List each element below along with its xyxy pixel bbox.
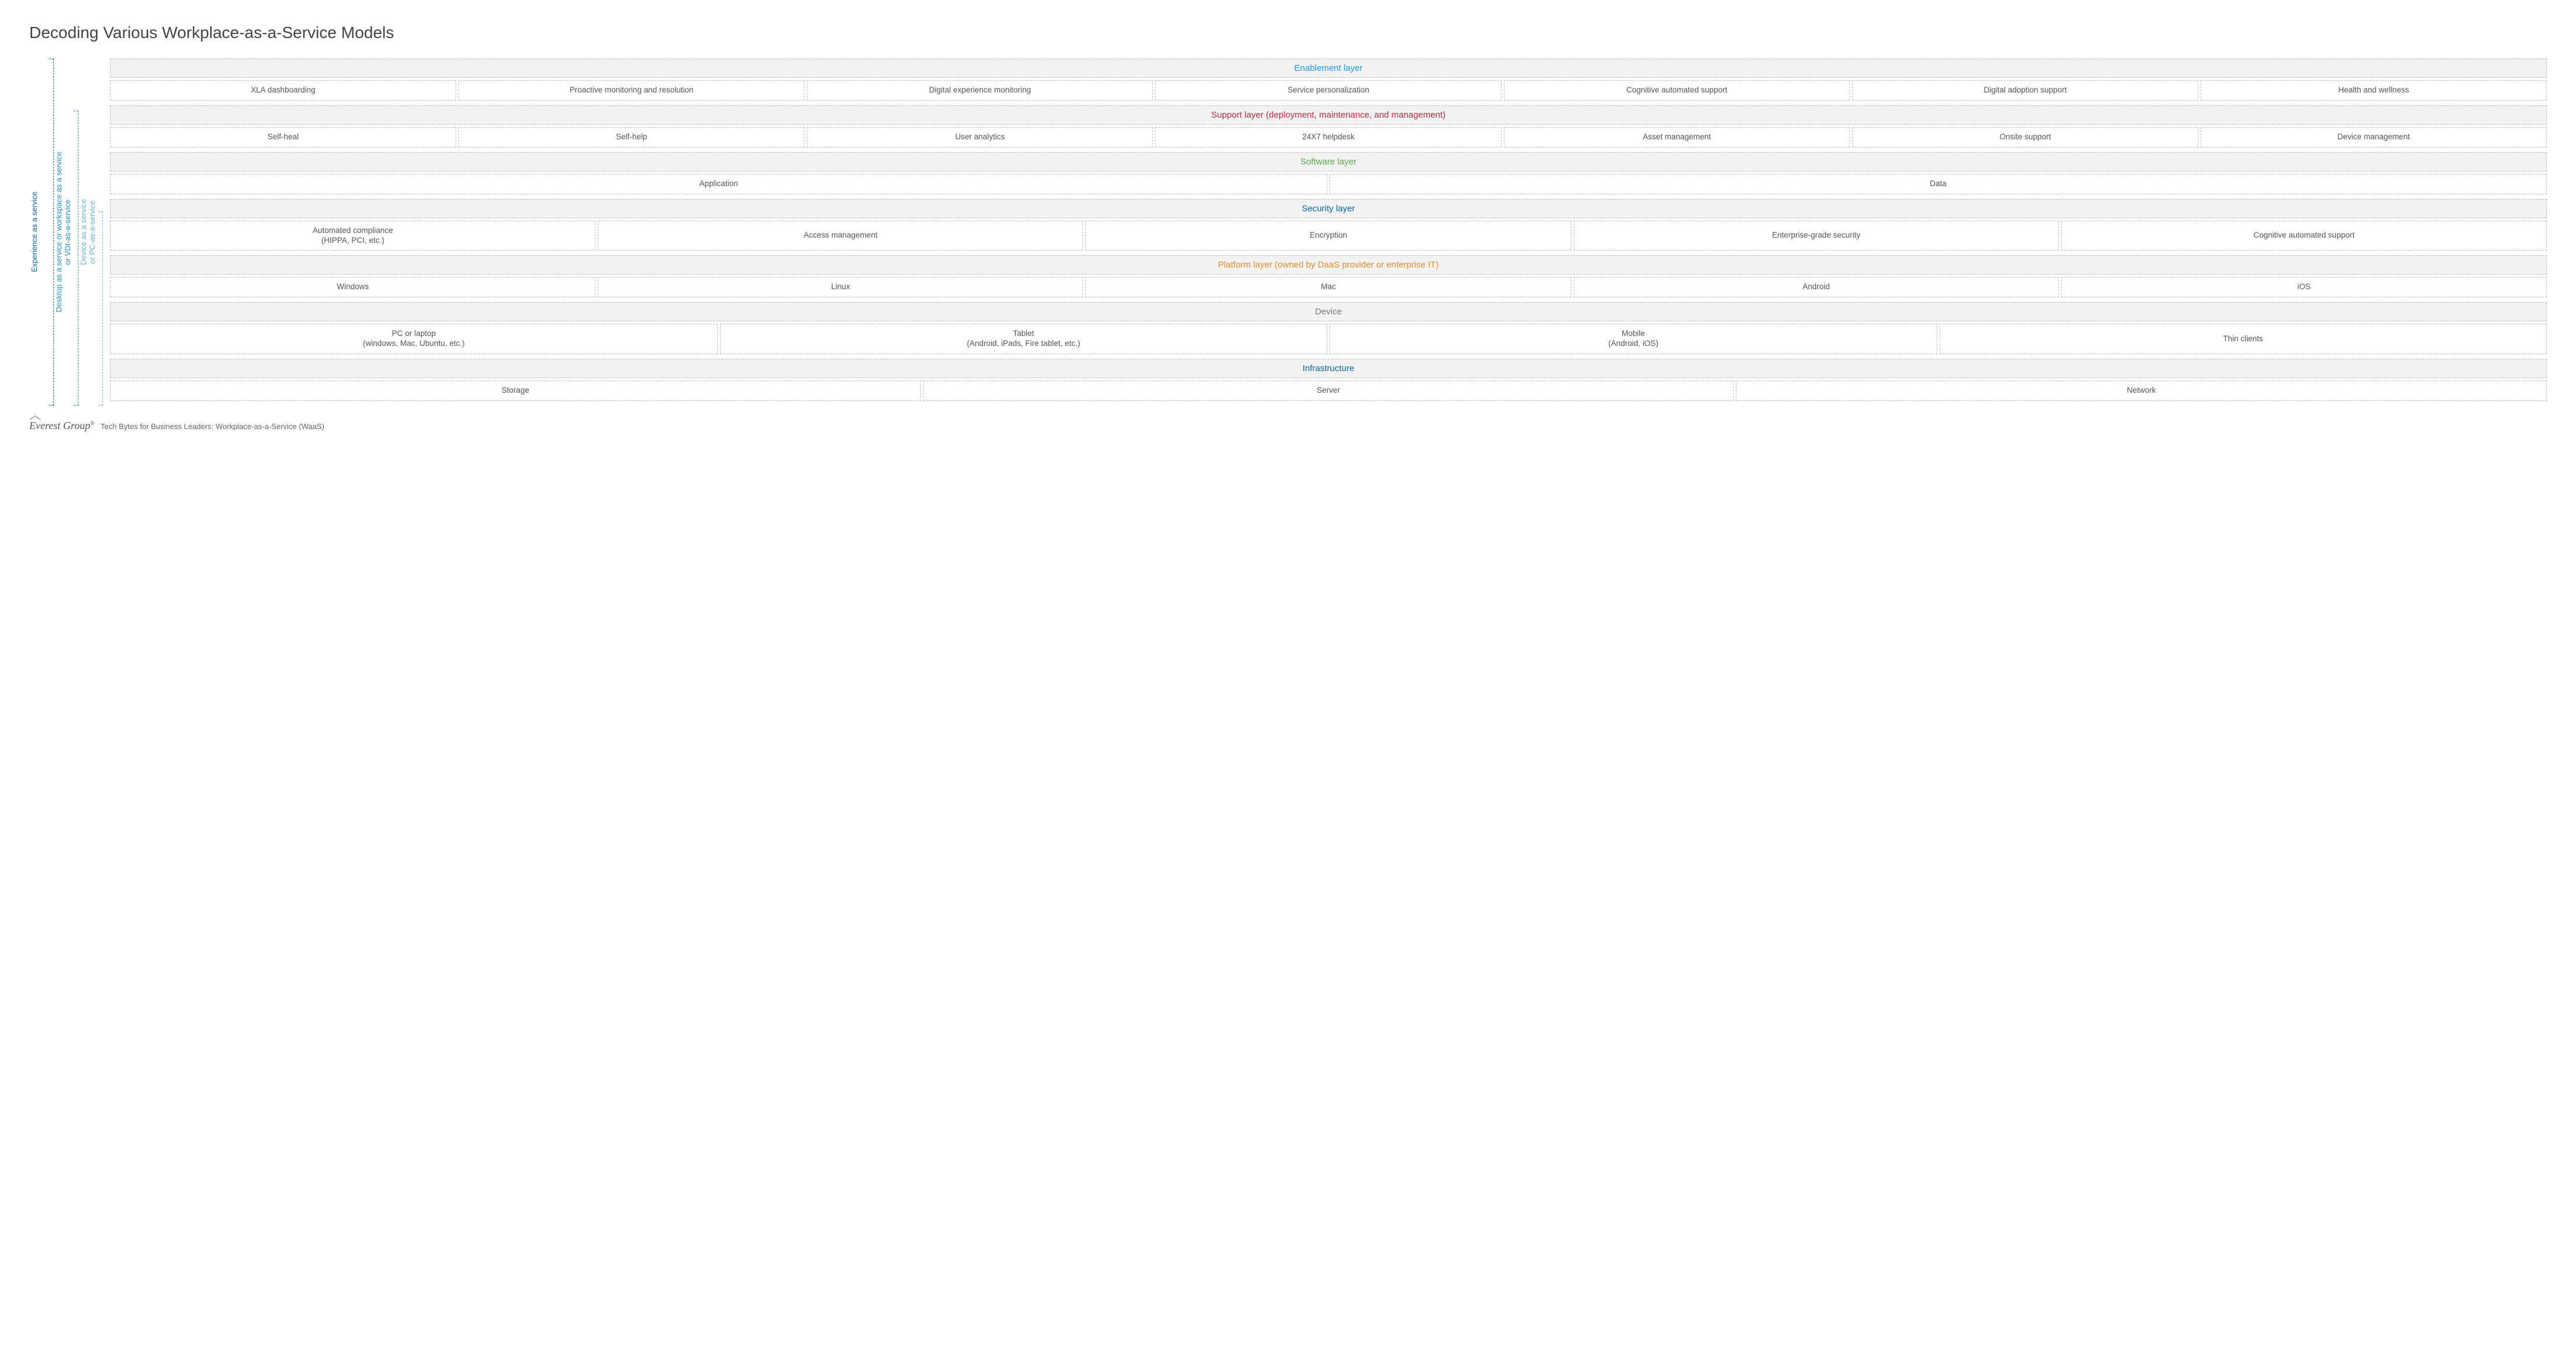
footer: ^ Everest Group® Tech Bytes for Business… — [29, 414, 2547, 432]
table-cell: Health and wellness — [2201, 80, 2547, 101]
table-cell: Self-help — [458, 127, 804, 148]
layer-support-row: Self-heal Self-help User analytics 24X7 … — [110, 127, 2547, 148]
table-cell: Mobile (Android, iOS) — [1330, 324, 1937, 354]
table-cell: Service personalization — [1155, 80, 1501, 101]
layer-software-header: Software layer — [110, 152, 2547, 171]
bracket-desktop: Desktop as a service or workspace as a s… — [54, 59, 78, 406]
layers-container: Enablement layer XLA dashboarding Proact… — [110, 59, 2547, 406]
layer-device-header: Device — [110, 302, 2547, 321]
table-cell: iOS — [2061, 277, 2547, 297]
table-cell: Enterprise-grade security — [1574, 221, 2059, 251]
table-cell: Digital experience monitoring — [807, 80, 1153, 101]
layer-infrastructure-row: Storage Server Network — [110, 380, 2547, 401]
page-title: Decoding Various Workplace-as-a-Service … — [29, 23, 2547, 42]
layer-platform-row: Windows Linux Mac Android iOS — [110, 277, 2547, 297]
logo-mark: ® — [90, 420, 95, 427]
table-cell: Windows — [110, 277, 595, 297]
layer-support-header: Support layer (deployment, maintenance, … — [110, 105, 2547, 125]
table-cell: Data — [1330, 174, 2547, 194]
bracket-device: Device as a service or PC-as-a-service — [78, 59, 103, 406]
layer-platform: Platform layer (owned by DaaS provider o… — [110, 255, 2547, 297]
table-cell: Self-heal — [110, 127, 456, 148]
brackets-column: Experience as a service Desktop as a ser… — [29, 59, 103, 406]
table-cell: 24X7 helpdesk — [1155, 127, 1501, 148]
table-cell: Tablet (Android, iPads, Fire tablet, etc… — [720, 324, 1328, 354]
table-cell: Device management — [2201, 127, 2547, 148]
table-cell: Encryption — [1085, 221, 1571, 251]
table-cell: Network — [1736, 380, 2547, 401]
table-cell: Proactive monitoring and resolution — [458, 80, 804, 101]
layer-enablement-row: XLA dashboarding Proactive monitoring an… — [110, 80, 2547, 101]
table-cell: XLA dashboarding — [110, 80, 456, 101]
layer-enablement: Enablement layer XLA dashboarding Proact… — [110, 59, 2547, 101]
table-cell: Server — [923, 380, 1734, 401]
layer-enablement-header: Enablement layer — [110, 59, 2547, 78]
table-cell: Onsite support — [1852, 127, 2198, 148]
table-cell: Cognitive automated support — [2061, 221, 2547, 251]
table-cell: User analytics — [807, 127, 1153, 148]
layer-software-row: Application Data — [110, 174, 2547, 194]
table-cell: PC or laptop (windows, Mac, Ubuntu, etc.… — [110, 324, 718, 354]
table-cell: Asset management — [1504, 127, 1850, 148]
table-cell: Digital adoption support — [1852, 80, 2198, 101]
footer-subtitle: Tech Bytes for Business Leaders: Workpla… — [101, 422, 324, 432]
layer-infrastructure: Infrastructure Storage Server Network — [110, 359, 2547, 401]
table-cell: Mac — [1085, 277, 1571, 297]
layer-security: Security layer Automated compliance (HIP… — [110, 199, 2547, 251]
layer-security-header: Security layer — [110, 199, 2547, 218]
table-cell: Linux — [598, 277, 1083, 297]
layer-platform-header: Platform layer (owned by DaaS provider o… — [110, 255, 2547, 275]
bracket-device-line — [98, 211, 103, 406]
table-cell: Thin clients — [1940, 324, 2547, 354]
table-cell: Automated compliance (HIPPA, PCI, etc.) — [110, 221, 595, 251]
layer-support: Support layer (deployment, maintenance, … — [110, 105, 2547, 148]
layer-software: Software layer Application Data — [110, 152, 2547, 194]
layer-infrastructure-header: Infrastructure — [110, 359, 2547, 378]
logo: ^ Everest Group® — [29, 414, 95, 432]
bracket-experience-line — [49, 59, 54, 406]
bracket-desktop-line — [74, 111, 78, 406]
bracket-experience: Experience as a service — [29, 59, 54, 406]
table-cell: Cognitive automated support — [1504, 80, 1850, 101]
layer-device-row: PC or laptop (windows, Mac, Ubuntu, etc.… — [110, 324, 2547, 354]
diagram: Experience as a service Desktop as a ser… — [29, 59, 2547, 406]
layer-device: Device PC or laptop (windows, Mac, Ubunt… — [110, 302, 2547, 354]
table-cell: Android — [1574, 277, 2059, 297]
logo-caret-icon: ^ — [29, 414, 42, 424]
table-cell: Access management — [598, 221, 1083, 251]
table-cell: Storage — [110, 380, 921, 401]
table-cell: Application — [110, 174, 1327, 194]
layer-security-row: Automated compliance (HIPPA, PCI, etc.) … — [110, 221, 2547, 251]
